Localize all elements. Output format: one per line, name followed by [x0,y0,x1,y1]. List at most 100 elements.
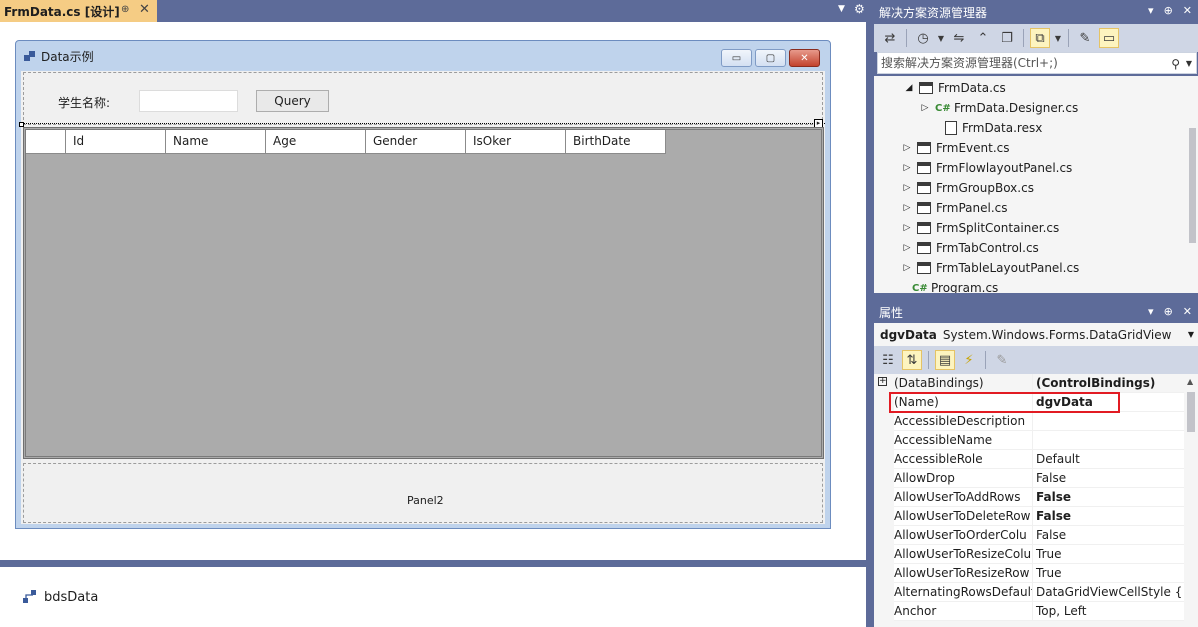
tree-item[interactable]: FrmData.resx [930,118,1042,138]
property-value[interactable]: False [1032,469,1184,488]
pin-icon[interactable]: ⊕ [121,4,129,15]
maximize-button[interactable]: ▢ [755,49,786,67]
chevron-down-icon[interactable]: ▼ [1188,330,1194,339]
property-value[interactable]: False [1032,526,1184,545]
property-value[interactable]: Top, Left [1032,602,1184,621]
close-tab-icon[interactable]: ✕ [139,2,150,17]
expanded-icon[interactable]: ◢ [904,83,914,93]
student-name-input[interactable] [139,90,238,112]
collapsed-icon[interactable]: ▷ [902,203,912,213]
sync-icon[interactable]: ⇋ [949,28,969,48]
data-grid-dgvdata[interactable]: Id Name Age Gender IsOker BirthDate [23,127,824,459]
expand-icon[interactable]: + [878,377,887,386]
property-pages-icon[interactable]: ✎ [992,350,1012,370]
panel2[interactable]: Panel2 [23,463,823,523]
vertical-splitter[interactable] [866,0,874,627]
column-header-id[interactable]: Id [66,130,166,154]
column-header-age[interactable]: Age [266,130,366,154]
object-selector[interactable]: dgvData System.Windows.Forms.DataGridVie… [874,323,1198,346]
tree-item[interactable]: ▷ FrmFlowlayoutPanel.cs [902,158,1073,178]
gear-icon[interactable]: ⚙ [854,2,865,16]
property-value[interactable]: True [1032,564,1184,583]
property-row[interactable]: AllowUserToDeleteRow False [874,507,1184,526]
panel1[interactable]: 学生名称: Query [23,72,823,125]
property-row[interactable]: AllowUserToResizeColu True [874,545,1184,564]
tree-item[interactable]: C# Program.cs [912,278,998,293]
categorized-icon[interactable]: ☷ [878,350,898,370]
solution-tree-scrollbar[interactable] [1187,76,1198,293]
property-value[interactable]: True [1032,545,1184,564]
tree-item[interactable]: ▷ FrmPanel.cs [902,198,1008,218]
property-row[interactable]: AccessibleDescription [874,412,1184,431]
copy-icon[interactable]: ❐ [997,28,1017,48]
window-position-icon[interactable]: ▾ [1148,4,1154,17]
search-icon[interactable]: ⚲ [1171,54,1180,74]
tree-item[interactable]: ▷ C# FrmData.Designer.cs [920,98,1079,118]
collapsed-icon[interactable]: ▷ [902,243,912,253]
chevron-down-icon[interactable]: ▼ [1054,28,1062,48]
window-position-icon[interactable]: ▾ [1148,305,1154,318]
scrollbar-thumb[interactable] [1187,392,1195,432]
collapsed-icon[interactable]: ▷ [902,183,912,193]
property-value[interactable]: Default [1032,450,1184,469]
tree-item[interactable]: ▷ FrmSplitContainer.cs [902,218,1060,238]
tray-item-bdsdata[interactable]: bdsData [22,589,98,605]
preview-icon[interactable]: ▭ [1099,28,1119,48]
collapse-all-icon[interactable]: ⌃ [973,28,993,48]
property-row[interactable]: Anchor Top, Left [874,602,1184,621]
wrench-icon[interactable]: ✎ [1075,28,1095,48]
property-value[interactable]: DataGridViewCellStyle { } [1032,583,1184,602]
scrollbar-thumb[interactable] [1189,128,1196,243]
auto-hide-pin-icon[interactable]: ⊕ [1164,4,1173,17]
scroll-up-icon[interactable]: ▲ [1187,377,1193,386]
property-row[interactable]: + (DataBindings) (ControlBindings) [874,374,1184,393]
tree-item[interactable]: ▷ FrmTabControl.cs [902,238,1039,258]
properties-icon[interactable]: ▤ [935,350,955,370]
property-value[interactable] [1032,431,1184,450]
chevron-down-icon[interactable]: ▼ [1186,54,1192,74]
property-value[interactable]: False [1032,488,1184,507]
property-grid-scrollbar[interactable]: ▲ [1184,374,1198,627]
collapsed-icon[interactable]: ▷ [902,263,912,273]
tree-item[interactable]: ▷ FrmGroupBox.cs [902,178,1034,198]
property-row[interactable]: AllowDrop False [874,469,1184,488]
collapsed-icon[interactable]: ▷ [920,103,930,113]
tree-item[interactable]: ▷ FrmEvent.cs [902,138,1010,158]
collapsed-icon[interactable]: ▷ [902,143,912,153]
events-icon[interactable]: ⚡ [959,350,979,370]
property-row[interactable]: AllowUserToOrderColu False [874,526,1184,545]
tree-item[interactable]: ◢ FrmData.cs [904,78,1006,98]
property-row[interactable]: AllowUserToResizeRow True [874,564,1184,583]
horizontal-splitter[interactable] [874,293,1198,301]
close-pane-icon[interactable]: ✕ [1183,4,1192,17]
property-value[interactable]: False [1032,507,1184,526]
column-header-name[interactable]: Name [166,130,266,154]
form-frmdata[interactable]: Data示例 ▭ ▢ ✕ 学生名称: Query ▸ Id Name Age G… [15,40,831,529]
chevron-down-icon[interactable]: ▼ [937,28,945,48]
property-value[interactable]: (ControlBindings) [1032,374,1184,393]
collapsed-icon[interactable]: ▷ [902,163,912,173]
auto-hide-pin-icon[interactable]: ⊕ [1164,305,1173,318]
column-header-birthdate[interactable]: BirthDate [566,130,666,154]
property-row[interactable]: AllowUserToAddRows False [874,488,1184,507]
column-header-gender[interactable]: Gender [366,130,466,154]
alphabetical-icon[interactable]: ⇅ [902,350,922,370]
query-button[interactable]: Query [256,90,329,112]
property-row[interactable]: AlternatingRowsDefault DataGridViewCellS… [874,583,1184,602]
tab-list-dropdown-icon[interactable]: ▼ [838,4,845,14]
property-row[interactable]: AccessibleName [874,431,1184,450]
column-header-isoker[interactable]: IsOker [466,130,566,154]
pending-changes-icon[interactable]: ◷ [913,28,933,48]
close-button[interactable]: ✕ [789,49,820,67]
minimize-button[interactable]: ▭ [721,49,752,67]
tree-item[interactable]: ▷ FrmTableLayoutPanel.cs [902,258,1080,278]
property-row[interactable]: AccessibleRole Default [874,450,1184,469]
property-value[interactable] [1032,412,1184,431]
switch-views-icon[interactable]: ⇄ [880,28,900,48]
row-header-cell[interactable] [26,130,66,154]
show-all-files-icon[interactable]: ⧉ [1030,28,1050,48]
tab-frmdata-designer[interactable]: FrmData.cs [设计] ⊕ ✕ [0,0,157,22]
collapsed-icon[interactable]: ▷ [902,223,912,233]
solution-search-input[interactable]: 搜索解决方案资源管理器(Ctrl+;) ⚲ ▼ [877,52,1197,74]
close-pane-icon[interactable]: ✕ [1183,305,1192,318]
